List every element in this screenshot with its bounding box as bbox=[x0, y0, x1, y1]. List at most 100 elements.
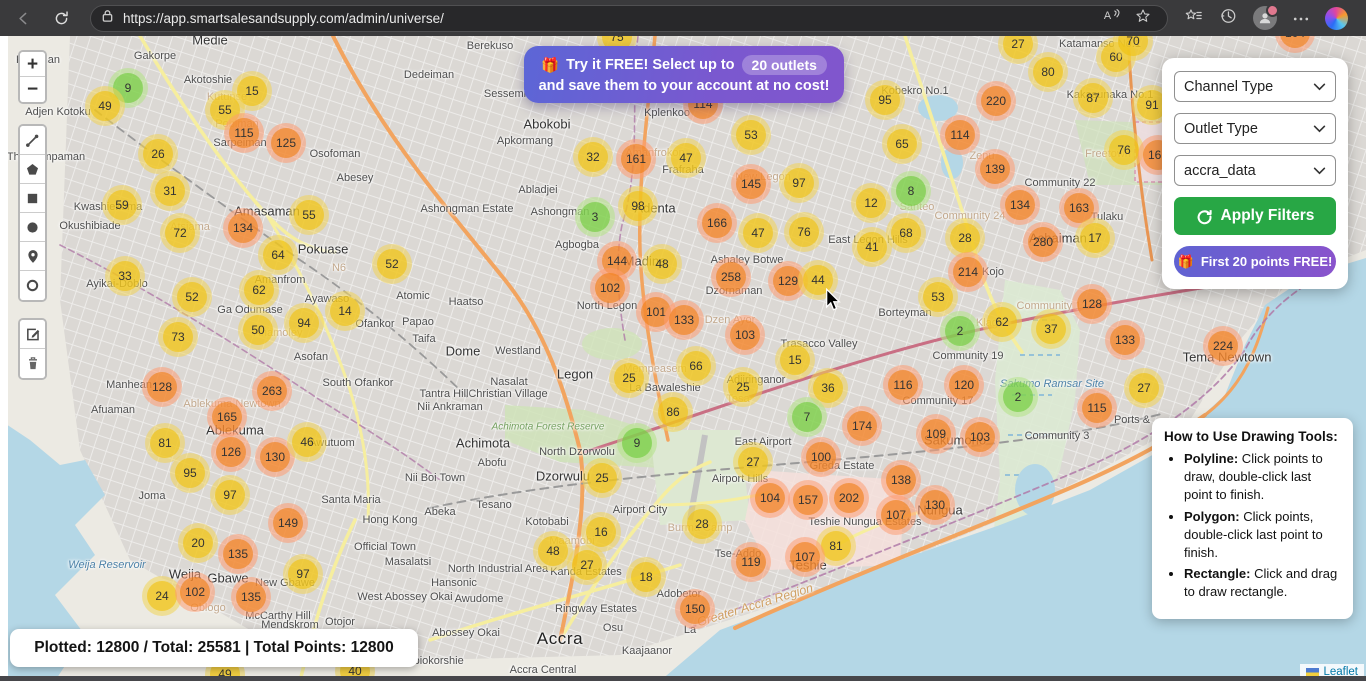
cluster-marker[interactable]: 138 bbox=[881, 460, 921, 500]
cluster-marker[interactable]: 53 bbox=[918, 277, 958, 317]
draw-circlemarker-button[interactable] bbox=[20, 271, 45, 300]
collections-icon[interactable] bbox=[1184, 7, 1203, 29]
cluster-marker[interactable]: 59 bbox=[102, 185, 142, 225]
cluster-marker[interactable]: 62 bbox=[982, 302, 1022, 342]
cluster-marker[interactable]: 97 bbox=[283, 554, 323, 594]
cluster-marker[interactable]: 7 bbox=[787, 397, 827, 437]
cluster-marker[interactable]: 53 bbox=[731, 115, 771, 155]
address-bar[interactable]: A bbox=[90, 5, 1168, 32]
apply-filters-button[interactable]: Apply Filters bbox=[1174, 197, 1336, 235]
cluster-marker[interactable]: 107 bbox=[876, 495, 916, 535]
cluster-marker[interactable]: 12 bbox=[851, 183, 891, 223]
cluster-marker[interactable]: 49 bbox=[85, 86, 125, 126]
outlet-type-select[interactable]: Outlet Type bbox=[1174, 113, 1336, 144]
cluster-marker[interactable]: 115 bbox=[1077, 388, 1117, 428]
cluster-marker[interactable]: 86 bbox=[653, 392, 693, 432]
cluster-marker[interactable]: 33 bbox=[105, 256, 145, 296]
map-canvas[interactable]: MedieGakorpeKotemanBerekusoDedeimanSesse… bbox=[8, 36, 1366, 676]
cluster-marker[interactable]: 65 bbox=[882, 124, 922, 164]
cluster-marker[interactable]: 94 bbox=[284, 303, 324, 343]
draw-rectangle-button[interactable] bbox=[20, 184, 45, 213]
cluster-marker[interactable]: 130 bbox=[915, 485, 955, 525]
cluster-marker[interactable]: 258 bbox=[711, 257, 751, 297]
cluster-marker[interactable]: 48 bbox=[642, 244, 682, 284]
cluster-marker[interactable]: 27 bbox=[733, 442, 773, 482]
cluster-marker[interactable]: 224 bbox=[1203, 326, 1243, 366]
cluster-marker[interactable]: 126 bbox=[211, 432, 251, 472]
cluster-marker[interactable]: 3 bbox=[575, 197, 615, 237]
favorite-star-icon[interactable] bbox=[1135, 8, 1151, 29]
read-aloud-icon[interactable]: A bbox=[1103, 8, 1121, 28]
refresh-button[interactable] bbox=[46, 3, 76, 33]
cluster-marker[interactable]: 47 bbox=[666, 138, 706, 178]
cluster-marker[interactable]: 150 bbox=[675, 589, 715, 629]
history-icon[interactable] bbox=[1219, 7, 1237, 30]
cluster-marker[interactable]: 25 bbox=[609, 358, 649, 398]
cluster-marker[interactable]: 55 bbox=[289, 195, 329, 235]
cluster-marker[interactable]: 17 bbox=[1075, 218, 1115, 258]
cluster-marker[interactable]: 47 bbox=[738, 213, 778, 253]
cluster-marker[interactable]: 174 bbox=[842, 406, 882, 446]
cluster-marker[interactable]: 119 bbox=[731, 542, 771, 582]
edit-layers-button[interactable] bbox=[20, 320, 45, 349]
cluster-marker[interactable]: 72 bbox=[160, 213, 200, 253]
cluster-marker[interactable]: 135 bbox=[231, 577, 271, 617]
cluster-marker[interactable]: 73 bbox=[158, 317, 198, 357]
cluster-marker[interactable]: 52 bbox=[172, 277, 212, 317]
cluster-marker[interactable]: 134 bbox=[223, 208, 263, 248]
leaflet-link[interactable]: Leaflet bbox=[1323, 666, 1358, 676]
zoom-in-button[interactable]: + bbox=[20, 52, 45, 77]
draw-marker-button[interactable] bbox=[20, 242, 45, 271]
cluster-marker[interactable]: 64 bbox=[258, 235, 298, 275]
cluster-marker[interactable]: 66 bbox=[676, 346, 716, 386]
cluster-marker[interactable]: 2 bbox=[940, 311, 980, 351]
draw-circle-button[interactable] bbox=[20, 213, 45, 242]
cluster-marker[interactable]: 157 bbox=[788, 480, 828, 520]
channel-type-select[interactable]: Channel Type bbox=[1174, 71, 1336, 102]
cluster-marker[interactable]: 27 bbox=[567, 545, 607, 585]
cluster-marker[interactable]: 26 bbox=[138, 134, 178, 174]
cluster-marker[interactable]: 139 bbox=[975, 149, 1015, 189]
cluster-marker[interactable]: 166 bbox=[697, 203, 737, 243]
cluster-marker[interactable]: 8 bbox=[891, 171, 931, 211]
cluster-marker[interactable]: 115 bbox=[224, 113, 264, 153]
cluster-marker[interactable]: 27 bbox=[1124, 368, 1164, 408]
cluster-marker[interactable]: 125 bbox=[266, 123, 306, 163]
cluster-marker[interactable]: 97 bbox=[779, 163, 819, 203]
cluster-marker[interactable]: 263 bbox=[252, 371, 292, 411]
cluster-marker[interactable]: 280 bbox=[1023, 222, 1063, 262]
cluster-marker[interactable]: 202 bbox=[829, 478, 869, 518]
cluster-marker[interactable]: 95 bbox=[170, 453, 210, 493]
cluster-marker[interactable]: 28 bbox=[682, 504, 722, 544]
cluster-marker[interactable]: 109 bbox=[916, 414, 956, 454]
cluster-marker[interactable]: 80 bbox=[1028, 52, 1068, 92]
cluster-marker[interactable]: 102 bbox=[590, 268, 630, 308]
cluster-marker[interactable]: 133 bbox=[1105, 320, 1145, 360]
cluster-marker[interactable]: 25 bbox=[723, 367, 763, 407]
cluster-marker[interactable]: 76 bbox=[784, 212, 824, 252]
cluster-marker[interactable]: 52 bbox=[372, 244, 412, 284]
cluster-marker[interactable]: 114 bbox=[940, 115, 980, 155]
cluster-marker[interactable]: 104 bbox=[750, 478, 790, 518]
cluster-marker[interactable]: 68 bbox=[886, 213, 926, 253]
copilot-icon[interactable] bbox=[1325, 7, 1348, 30]
cluster-marker[interactable]: 50 bbox=[238, 310, 278, 350]
free-points-button[interactable]: 🎁 First 20 points FREE! bbox=[1174, 246, 1336, 277]
cluster-marker[interactable]: 32 bbox=[573, 137, 613, 177]
cluster-marker[interactable]: 116 bbox=[883, 365, 923, 405]
cluster-marker[interactable]: 128 bbox=[1072, 284, 1112, 324]
cluster-marker[interactable]: 133 bbox=[664, 300, 704, 340]
cluster-marker[interactable]: 103 bbox=[725, 315, 765, 355]
cluster-marker[interactable]: 161 bbox=[616, 139, 656, 179]
cluster-marker[interactable]: 134 bbox=[1000, 185, 1040, 225]
settings-menu-icon[interactable] bbox=[1293, 9, 1309, 27]
profile-avatar[interactable] bbox=[1253, 6, 1277, 30]
cluster-marker[interactable]: 37 bbox=[1031, 309, 1071, 349]
cluster-marker[interactable]: 102 bbox=[175, 572, 215, 612]
delete-layers-button[interactable] bbox=[20, 349, 45, 378]
cluster-marker[interactable]: 165 bbox=[207, 397, 247, 437]
draw-polyline-button[interactable] bbox=[20, 126, 45, 155]
cluster-marker[interactable]: 25 bbox=[582, 458, 622, 498]
cluster-marker[interactable]: 100 bbox=[801, 437, 841, 477]
cluster-marker[interactable]: 220 bbox=[976, 81, 1016, 121]
